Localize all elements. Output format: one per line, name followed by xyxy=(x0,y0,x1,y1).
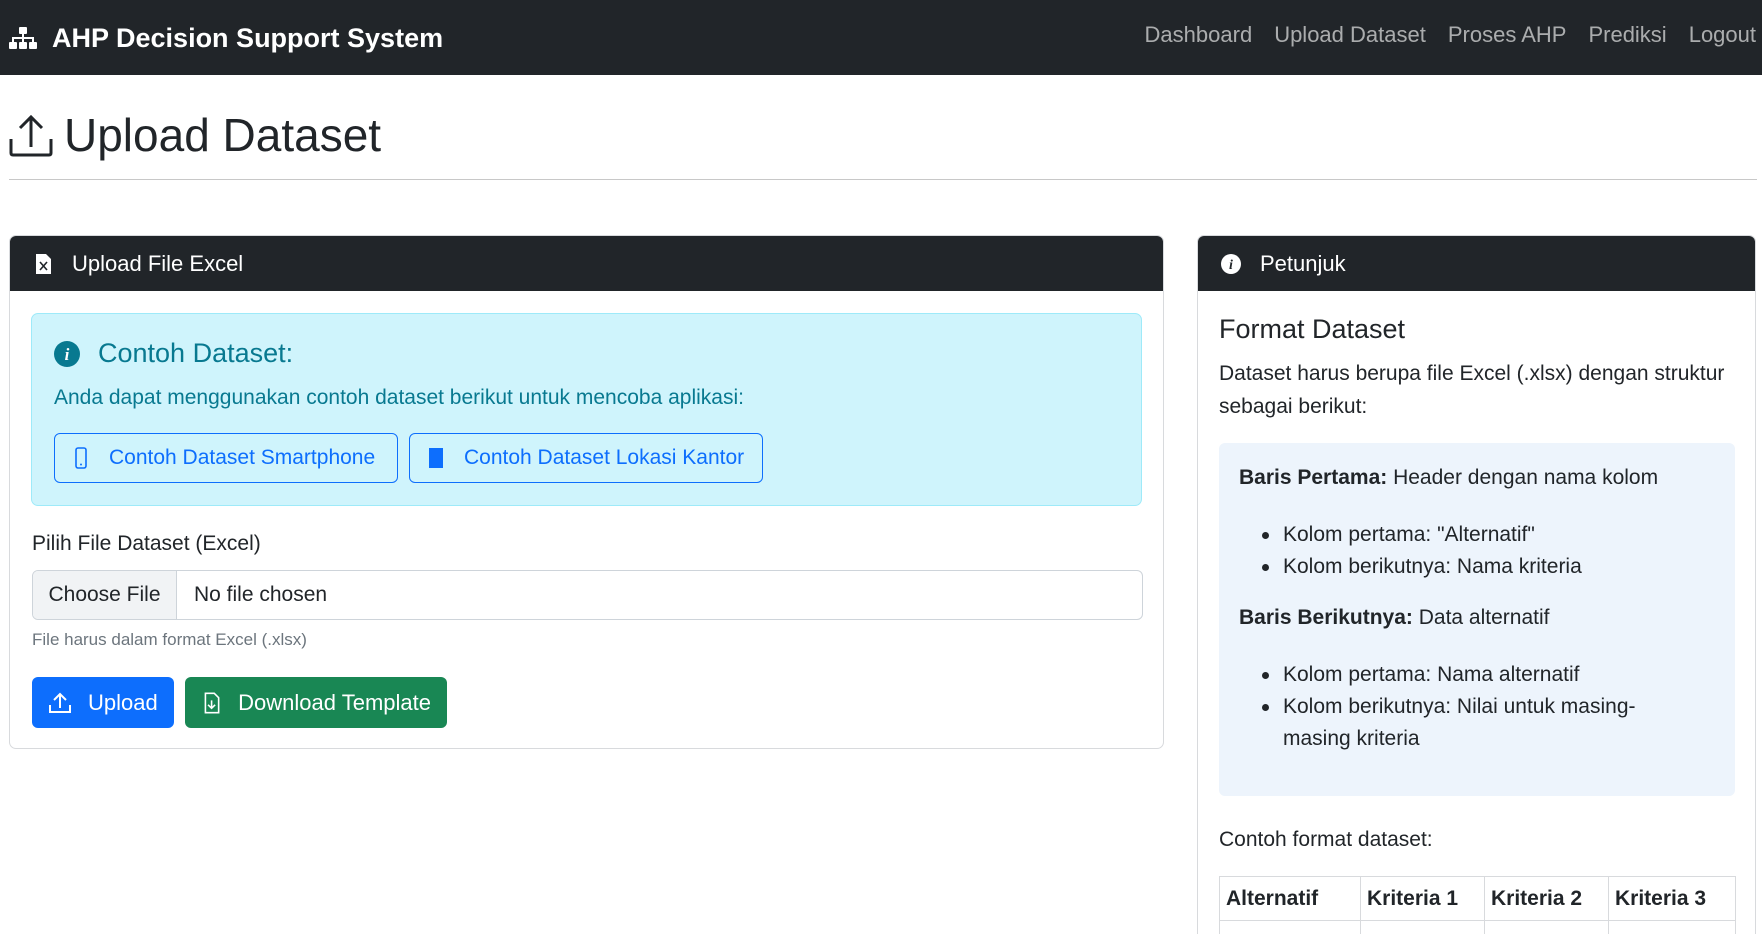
sample-smartphone-button[interactable]: Contoh Dataset Smartphone xyxy=(54,433,398,483)
list-item: Kolom pertama: Nama alternatif xyxy=(1262,659,1643,691)
table-cell xyxy=(1360,920,1485,934)
table-cell xyxy=(1608,920,1736,934)
table-cell xyxy=(1484,920,1609,934)
top-navbar: AHP Decision Support System Dashboard Up… xyxy=(0,0,1762,75)
upload-card: Upload File Excel i Contoh Dataset: Anda… xyxy=(9,235,1164,749)
next-rows-list: Kolom pertama: Nama alternatif Kolom ber… xyxy=(1262,659,1643,755)
file-help-text: File harus dalam format Excel (.xlsx) xyxy=(32,630,307,649)
alert-text: Anda dapat menggunakan contoh dataset be… xyxy=(54,386,744,409)
brand[interactable]: AHP Decision Support System xyxy=(8,18,443,58)
svg-text:i: i xyxy=(65,345,70,364)
nav-links: Dashboard Upload Dataset Proses AHP Pred… xyxy=(1123,22,1756,48)
instructions-card-header: i Petunjuk xyxy=(1198,236,1755,291)
table-header-cell: Kriteria 1 xyxy=(1360,876,1485,921)
table-row xyxy=(1219,920,1736,934)
alert-title: Contoh Dataset: xyxy=(98,338,294,368)
title-divider xyxy=(9,179,1757,180)
first-row-list: Kolom pertama: "Alternatif" Kolom beriku… xyxy=(1262,519,1582,583)
info-circle-icon: i xyxy=(1221,253,1241,274)
format-rules-box: Baris Pertama: Header dengan nama kolom … xyxy=(1219,443,1735,796)
building-icon xyxy=(429,448,443,468)
next-rows-rule: Baris Berikutnya: Data alternatif xyxy=(1239,606,1549,630)
instructions-card-title: Petunjuk xyxy=(1260,250,1346,276)
table-header-cell: Kriteria 3 xyxy=(1608,876,1736,921)
list-item: Kolom berikutnya: Nilai untuk masing-mas… xyxy=(1262,691,1643,755)
sample-office-button[interactable]: Contoh Dataset Lokasi Kantor xyxy=(409,433,763,483)
first-row-text: Header dengan nama kolom xyxy=(1387,466,1659,489)
nav-link-prediksi[interactable]: Prediksi xyxy=(1588,22,1666,48)
page-heading: Upload Dataset xyxy=(8,108,381,162)
sample-format-table: Alternatif Kriteria 1 Kriteria 2 Kriteri… xyxy=(1219,876,1736,934)
file-download-icon xyxy=(204,692,220,713)
upload-icon xyxy=(49,692,71,713)
table-cell xyxy=(1219,920,1361,934)
phone-icon xyxy=(75,447,87,469)
upload-card-header: Upload File Excel xyxy=(10,236,1163,291)
sample-smartphone-label: Contoh Dataset Smartphone xyxy=(109,446,376,469)
next-rows-text: Data alternatif xyxy=(1412,606,1550,629)
file-status: No file chosen xyxy=(194,583,328,606)
nav-link-proses-ahp[interactable]: Proses AHP xyxy=(1448,22,1567,48)
nav-link-upload-dataset[interactable]: Upload Dataset xyxy=(1274,22,1426,48)
list-item: Kolom pertama: "Alternatif" xyxy=(1262,519,1582,551)
choose-file-button[interactable]: Choose File xyxy=(33,571,177,619)
first-row-label: Baris Pertama: xyxy=(1239,466,1388,489)
sample-dataset-alert: i Contoh Dataset: Anda dapat menggunakan… xyxy=(31,313,1142,506)
download-template-button[interactable]: Download Template xyxy=(185,677,447,728)
format-description: Dataset harus berupa file Excel (.xlsx) … xyxy=(1219,362,1725,418)
download-template-label: Download Template xyxy=(238,689,431,715)
svg-text:i: i xyxy=(1229,258,1233,273)
nav-link-logout[interactable]: Logout xyxy=(1689,22,1756,48)
next-rows-label: Baris Berikutnya: xyxy=(1239,606,1413,629)
table-header-cell: Alternatif xyxy=(1219,876,1361,921)
file-field-label: Pilih File Dataset (Excel) xyxy=(32,532,261,555)
nav-link-dashboard[interactable]: Dashboard xyxy=(1145,22,1253,48)
file-input[interactable]: Choose File No file chosen xyxy=(32,570,1143,620)
sample-format-label: Contoh format dataset: xyxy=(1219,828,1433,851)
sitemap-icon xyxy=(9,27,37,49)
alert-heading: i Contoh Dataset: xyxy=(53,338,293,369)
brand-title: AHP Decision Support System xyxy=(52,22,444,53)
table-header-row: Alternatif Kriteria 1 Kriteria 2 Kriteri… xyxy=(1219,876,1736,921)
first-row-rule: Baris Pertama: Header dengan nama kolom xyxy=(1239,466,1658,490)
instructions-card: i Petunjuk Format Dataset Dataset harus … xyxy=(1197,235,1756,934)
upload-card-title: Upload File Excel xyxy=(72,250,244,276)
file-excel-icon xyxy=(36,253,51,274)
upload-icon xyxy=(9,114,53,157)
page-title: Upload Dataset xyxy=(64,109,382,161)
format-title: Format Dataset xyxy=(1219,314,1406,344)
info-circle-icon: i xyxy=(54,340,80,367)
upload-button[interactable]: Upload xyxy=(32,677,174,728)
list-item: Kolom berikutnya: Nama kriteria xyxy=(1262,551,1582,583)
upload-button-label: Upload xyxy=(88,689,158,715)
sample-office-label: Contoh Dataset Lokasi Kantor xyxy=(464,446,745,469)
table-header-cell: Kriteria 2 xyxy=(1484,876,1609,921)
